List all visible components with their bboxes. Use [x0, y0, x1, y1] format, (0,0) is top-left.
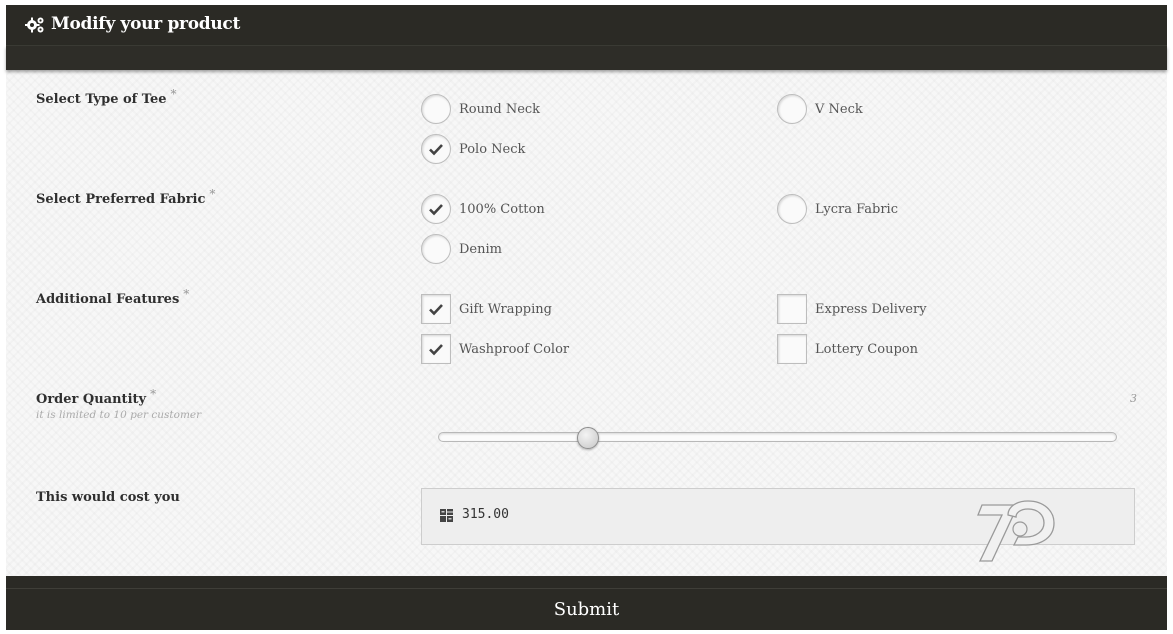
- radio-cotton[interactable]: [421, 194, 451, 224]
- quantity-slider-track[interactable]: [438, 432, 1117, 442]
- checkmark-icon: [429, 204, 443, 216]
- fabric-label: Select Preferred Fabric *: [36, 187, 215, 207]
- form-title: Modify your product: [51, 14, 240, 34]
- features-label: Additional Features *: [36, 287, 189, 307]
- quantity-value: 3: [1130, 392, 1137, 405]
- option-label: Lycra Fabric: [815, 201, 898, 217]
- radio-v-neck[interactable]: [777, 94, 807, 124]
- quantity-label: Order Quantity *: [36, 387, 156, 407]
- option-polo-neck[interactable]: Polo Neck: [421, 133, 525, 165]
- required-mark: *: [170, 87, 177, 101]
- form-header: Modify your product: [6, 5, 1167, 46]
- brand-logo: [977, 500, 1055, 562]
- cost-value: 315.00: [462, 507, 509, 522]
- tee-type-label-text: Select Type of Tee: [36, 92, 167, 107]
- checkbox-gift-wrapping[interactable]: [421, 294, 451, 324]
- cost-label: This would cost you: [36, 490, 180, 505]
- radio-lycra[interactable]: [777, 194, 807, 224]
- checkbox-express-delivery[interactable]: [777, 294, 807, 324]
- option-gift-wrapping[interactable]: Gift Wrapping: [421, 293, 552, 325]
- gears-icon: [25, 17, 44, 33]
- checkmark-icon: [429, 304, 443, 316]
- option-round-neck[interactable]: Round Neck: [421, 93, 540, 125]
- option-denim[interactable]: Denim: [421, 233, 502, 265]
- radio-denim[interactable]: [421, 234, 451, 264]
- features-label-text: Additional Features: [36, 292, 180, 307]
- submit-button[interactable]: Submit: [6, 588, 1167, 630]
- quantity-label-text: Order Quantity: [36, 392, 147, 407]
- radio-polo-neck[interactable]: [421, 134, 451, 164]
- quantity-sublabel: it is limited to 10 per customer: [36, 409, 202, 421]
- option-label: Round Neck: [459, 101, 541, 117]
- option-label: Polo Neck: [459, 141, 526, 157]
- required-mark: *: [150, 387, 157, 401]
- option-lycra[interactable]: Lycra Fabric: [777, 193, 898, 225]
- option-washproof-color[interactable]: Washproof Color: [421, 333, 569, 365]
- option-lottery-coupon[interactable]: Lottery Coupon: [777, 333, 918, 365]
- required-mark: *: [183, 287, 190, 301]
- option-label: Washproof Color: [459, 341, 570, 357]
- option-label: 100% Cotton: [459, 201, 545, 217]
- option-label: Lottery Coupon: [815, 341, 918, 357]
- form-footer: Submit: [6, 576, 1167, 630]
- option-cotton[interactable]: 100% Cotton: [421, 193, 545, 225]
- checkmark-icon: [429, 344, 443, 356]
- radio-round-neck[interactable]: [421, 94, 451, 124]
- checkbox-lottery-coupon[interactable]: [777, 334, 807, 364]
- header-divider: [6, 46, 1167, 70]
- required-mark: *: [209, 187, 216, 201]
- tee-type-label: Select Type of Tee *: [36, 87, 177, 107]
- option-v-neck[interactable]: V Neck: [777, 93, 863, 125]
- checkbox-washproof-color[interactable]: [421, 334, 451, 364]
- quantity-slider-handle[interactable]: [576, 427, 599, 449]
- option-label: Gift Wrapping: [459, 301, 552, 317]
- option-label: Denim: [459, 241, 502, 257]
- calculator-icon: [440, 509, 453, 522]
- option-express-delivery[interactable]: Express Delivery: [777, 293, 927, 325]
- fabric-label-text: Select Preferred Fabric: [36, 192, 206, 207]
- form-container: Modify your product Select Type of Tee * …: [6, 5, 1167, 630]
- checkmark-icon: [429, 144, 443, 156]
- option-label: Express Delivery: [815, 301, 927, 317]
- option-label: V Neck: [815, 101, 863, 117]
